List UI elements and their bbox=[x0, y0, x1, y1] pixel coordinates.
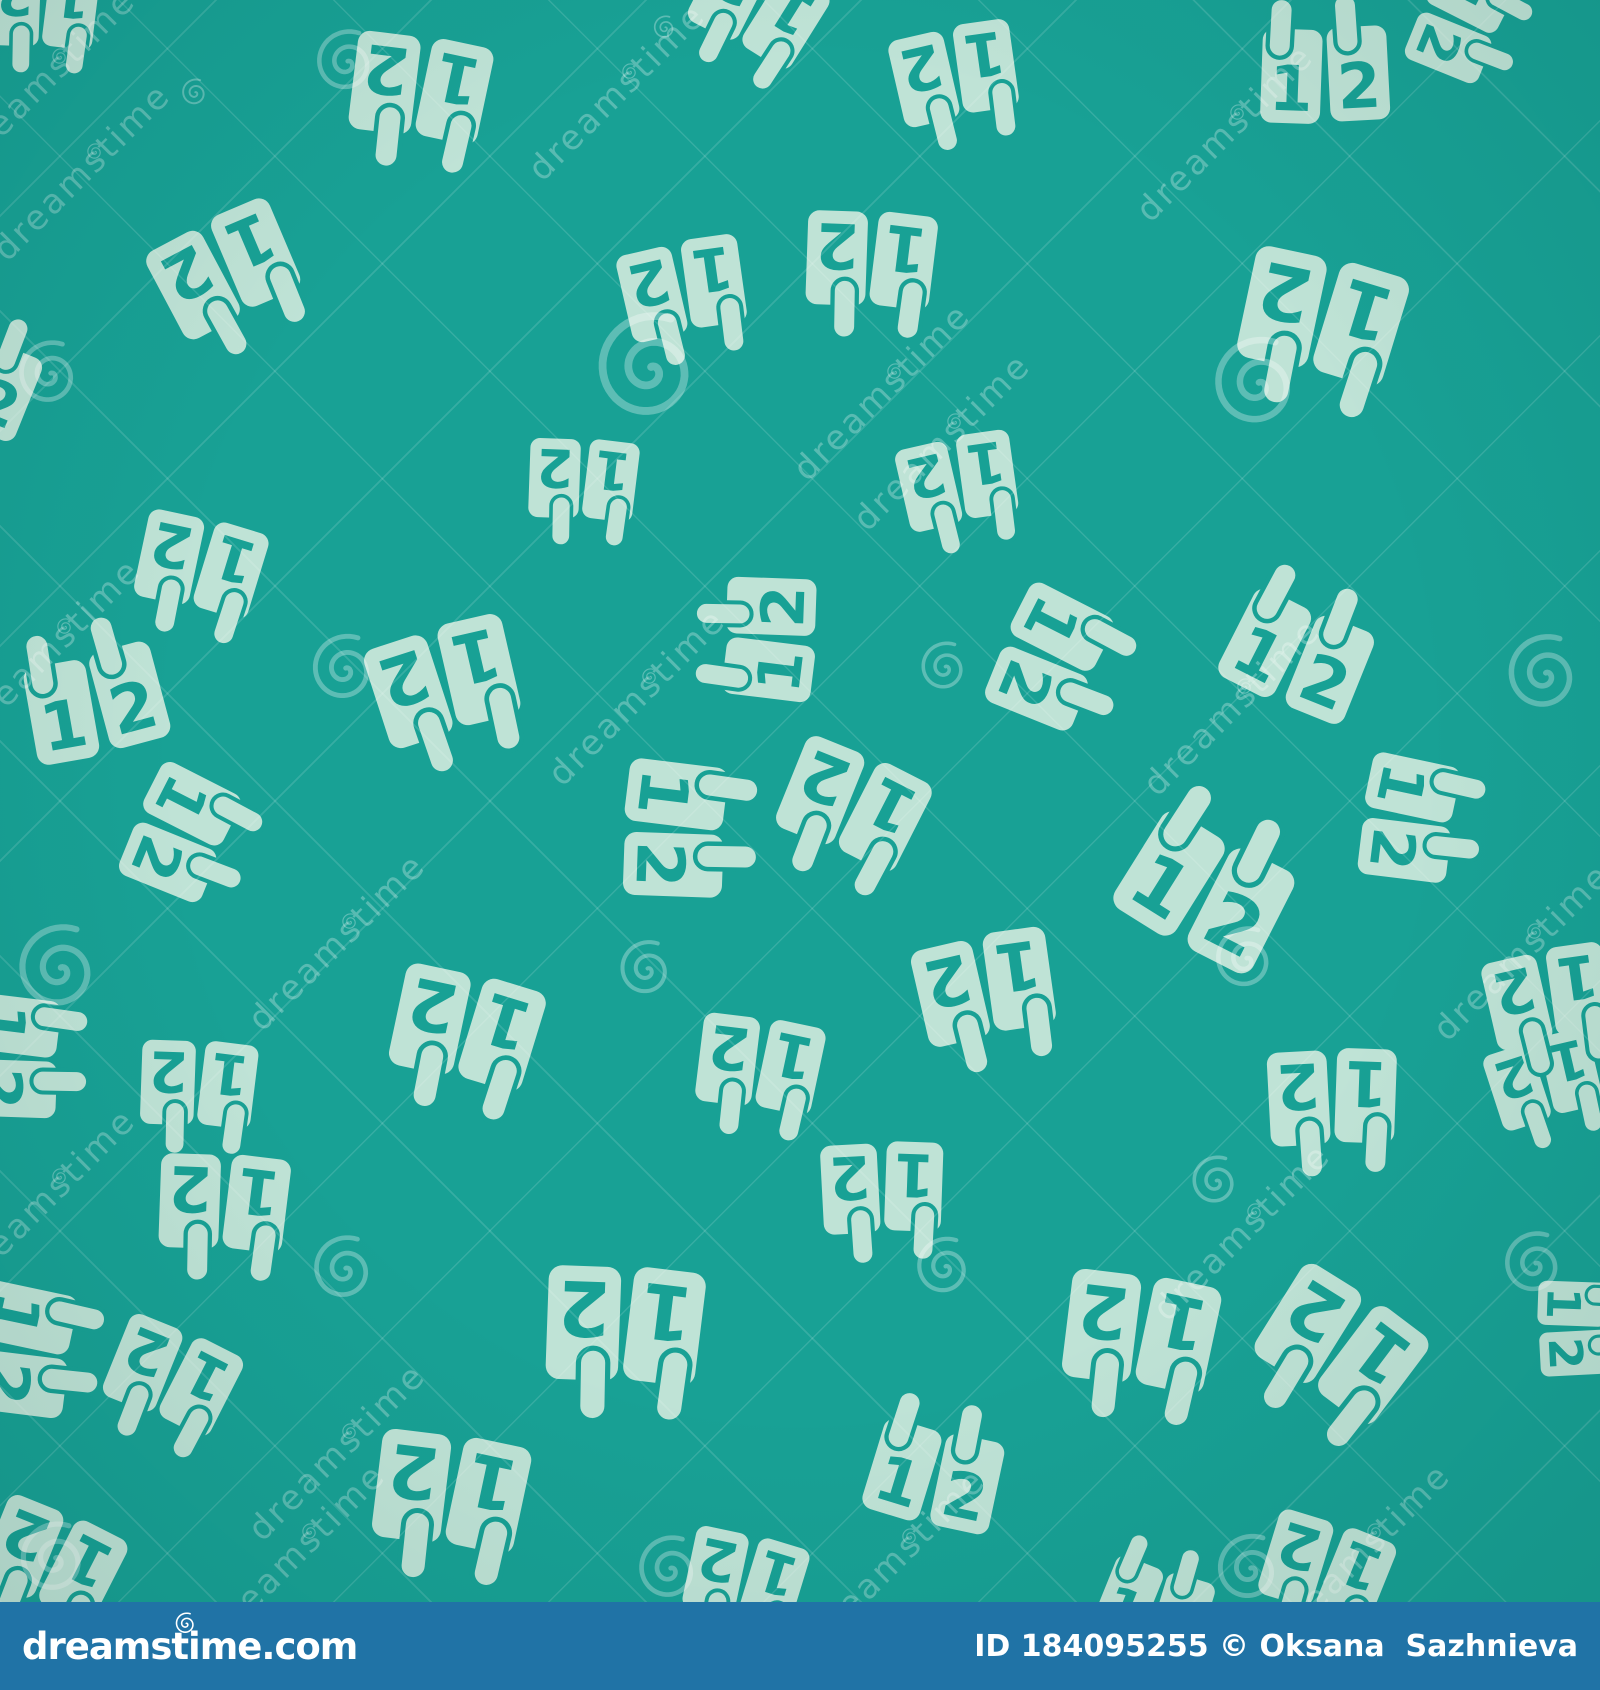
calendar-12-icon bbox=[0, 991, 96, 1126]
calendar-12-icon bbox=[0, 284, 63, 452]
watermark-spiral-icon bbox=[623, 942, 665, 991]
calendar-12-icon bbox=[358, 1418, 534, 1597]
calendar-12-icon bbox=[684, 1004, 828, 1151]
calendar-12-icon bbox=[797, 202, 939, 347]
watermark-spiral-icon bbox=[1192, 1155, 1234, 1203]
calendar-12-icon bbox=[138, 190, 323, 376]
dreamstime-spiral-icon bbox=[175, 1611, 194, 1633]
calendar-12-icon bbox=[1349, 749, 1496, 893]
calendar-12-icon bbox=[1223, 1251, 1437, 1465]
image-credit: ID 184095255 © Oksana Sazhnieva bbox=[974, 1628, 1578, 1664]
calendar-12-icon bbox=[536, 1256, 708, 1431]
calendar-12-icon bbox=[358, 607, 536, 788]
calendar-12-icon bbox=[130, 1030, 262, 1164]
calendar-12-icon bbox=[885, 13, 1029, 160]
watermark-spiral-icon bbox=[642, 1538, 691, 1595]
watermark-text: dreamstime bbox=[1128, 36, 1322, 230]
calendar-12-icon bbox=[1533, 1278, 1600, 1379]
watermark-spiral-icon bbox=[921, 641, 963, 689]
calendar-12-icon bbox=[519, 429, 643, 555]
watermark-spiral-icon bbox=[1507, 1234, 1555, 1289]
calendar-12-icon bbox=[907, 921, 1067, 1084]
watermark-spiral-icon bbox=[315, 636, 366, 695]
footer-bar: dreamstime.com ID 184095255 © Oksana Saz… bbox=[0, 1602, 1600, 1690]
seamless-pattern-background: 1 2 dreamstimedreamstimedreamstimedreams… bbox=[0, 0, 1600, 1602]
watermark-spiral-icon bbox=[919, 1239, 963, 1290]
calendar-12-icon bbox=[975, 577, 1152, 752]
watermark-spiral-icon bbox=[182, 78, 205, 105]
pattern-canvas: 1 2 dreamstimedreamstimedreamstimedreams… bbox=[0, 0, 1600, 1602]
watermark-text: dreamstime bbox=[520, 0, 714, 189]
calendar-12-icon bbox=[82, 1303, 248, 1471]
calendar-12-icon bbox=[150, 1145, 292, 1290]
calendar-12-icon bbox=[614, 757, 766, 907]
calendar-12-icon bbox=[0, 1278, 115, 1430]
dreamstime-logo: dreamstime.com bbox=[22, 1611, 358, 1665]
watermark-spiral-icon bbox=[317, 1238, 366, 1295]
calendar-12-icon bbox=[108, 756, 276, 922]
calendar-12-icon bbox=[753, 725, 938, 911]
watermark-spiral-icon bbox=[22, 927, 87, 1002]
calendar-12-icon bbox=[666, 1515, 816, 1602]
calendar-12-icon bbox=[1086, 1522, 1233, 1602]
watermark-spiral-icon bbox=[1511, 637, 1569, 704]
calendar-12-icon bbox=[372, 953, 550, 1134]
calendar-icons-layer bbox=[0, 0, 1600, 1602]
calendar-12-icon bbox=[1393, 0, 1547, 104]
watermark-text: dreamstime bbox=[0, 1100, 144, 1294]
calendar-12-icon bbox=[336, 21, 496, 184]
calendar-12-icon bbox=[1219, 235, 1414, 432]
stock-image-preview: 1 2 dreamstimedreamstimedreamstimedreams… bbox=[0, 0, 1600, 1690]
calendar-12-icon bbox=[1106, 767, 1324, 986]
